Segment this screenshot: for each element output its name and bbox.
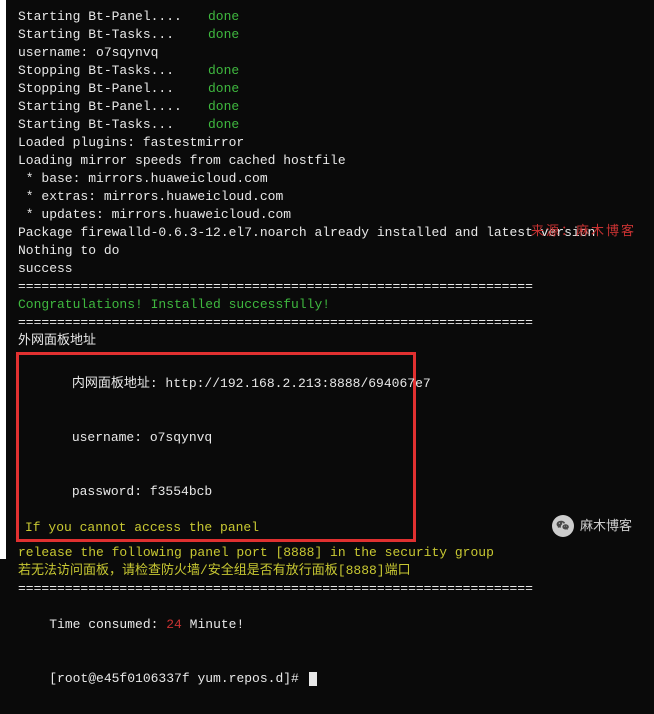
cursor-icon <box>309 672 317 686</box>
status-done: done <box>208 116 239 134</box>
panel-password-line: password: f3554bcb <box>25 465 407 519</box>
status-label: Stopping Bt-Tasks... <box>18 62 208 80</box>
divider-line: ========================================… <box>18 314 650 332</box>
wechat-badge: 麻木博客 <box>552 515 632 537</box>
status-line: Starting Bt-Tasks... done <box>18 26 650 44</box>
time-unit: Minute! <box>182 617 244 632</box>
username-label: username: <box>72 430 150 445</box>
status-done: done <box>208 26 239 44</box>
release-line-en: release the following panel port [8888] … <box>18 544 650 562</box>
nothing-line: Nothing to do <box>18 242 650 260</box>
status-line: Stopping Bt-Panel... done <box>18 80 650 98</box>
wechat-label: 麻木博客 <box>580 517 632 535</box>
mirror-line: * base: mirrors.huaweicloud.com <box>18 170 650 188</box>
loaded-plugins-line: Loaded plugins: fastestmirror <box>18 134 650 152</box>
status-done: done <box>208 80 239 98</box>
success-line: success <box>18 260 650 278</box>
status-label: Starting Bt-Tasks... <box>18 116 208 134</box>
internal-label: 内网面板地址: <box>72 376 166 391</box>
wechat-icon <box>552 515 574 537</box>
external-panel-line: 外网面板地址 <box>18 332 650 350</box>
loading-mirror-line: Loading mirror speeds from cached hostfi… <box>18 152 650 170</box>
status-done: done <box>208 8 239 26</box>
watermark-source: 来源：麻木博客 <box>531 222 636 240</box>
status-done: done <box>208 98 239 116</box>
internal-panel-line: 内网面板地址: http://192.168.2.213:8888/694067… <box>25 357 407 411</box>
shell-prompt: [root@e45f0106337f yum.repos.d]# <box>49 671 306 686</box>
status-line: Starting Bt-Panel.... done <box>18 8 650 26</box>
status-line: Starting Bt-Tasks... done <box>18 116 650 134</box>
panel-info-box: 内网面板地址: http://192.168.2.213:8888/694067… <box>16 352 416 542</box>
status-label: Starting Bt-Panel.... <box>18 8 208 26</box>
terminal-output[interactable]: Starting Bt-Panel.... done Starting Bt-T… <box>6 0 654 714</box>
status-line: Stopping Bt-Tasks... done <box>18 62 650 80</box>
divider-line: ========================================… <box>18 580 650 598</box>
external-label: 外网面板地址 <box>18 332 96 350</box>
panel-password: f3554bcb <box>150 484 212 499</box>
password-label: password: <box>72 484 150 499</box>
username-line: username: o7sqynvq <box>18 44 650 62</box>
time-label: Time consumed: <box>49 617 166 632</box>
status-line: Starting Bt-Panel.... done <box>18 98 650 116</box>
status-label: Starting Bt-Panel.... <box>18 98 208 116</box>
release-line-cn: 若无法访问面板，请检查防火墙/安全组是否有放行面板[8888]端口 <box>18 562 650 580</box>
congrats-line: Congratulations! Installed successfully! <box>18 296 650 314</box>
status-done: done <box>208 62 239 80</box>
cutoff-line: If you cannot access the panel <box>25 519 407 537</box>
time-value: 24 <box>166 617 182 632</box>
internal-url: http://192.168.2.213:8888/694067e7 <box>165 376 430 391</box>
status-label: Stopping Bt-Panel... <box>18 80 208 98</box>
mirror-line: * extras: mirrors.huaweicloud.com <box>18 188 650 206</box>
time-consumed-line: Time consumed: 24 Minute! <box>18 598 650 652</box>
shell-prompt-line[interactable]: [root@e45f0106337f yum.repos.d]# <box>18 652 650 706</box>
panel-username: o7sqynvq <box>150 430 212 445</box>
divider-line: ========================================… <box>18 278 650 296</box>
panel-username-line: username: o7sqynvq <box>25 411 407 465</box>
redacted-url <box>104 333 404 349</box>
status-label: Starting Bt-Tasks... <box>18 26 208 44</box>
